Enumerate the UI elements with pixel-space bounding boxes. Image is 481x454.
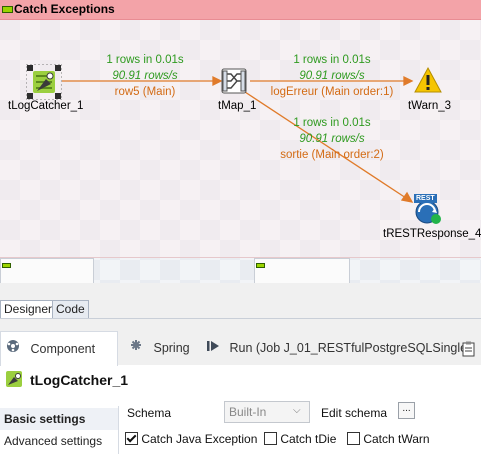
logcatcher-icon xyxy=(6,371,22,387)
tab-code[interactable]: Code xyxy=(52,300,89,319)
edit-schema-label: Edit schema xyxy=(321,406,388,420)
flow-label-row5[interactable]: 1 rows in 0.01s 90.91 rows/s row5 (Main) xyxy=(90,52,200,100)
connection-lines xyxy=(62,75,414,203)
collapsed-subjob-right[interactable] xyxy=(254,258,350,283)
catch-twarn-option[interactable]: Catch tWarn xyxy=(347,431,430,446)
catch-java-exception-checkbox[interactable] xyxy=(125,432,138,446)
component-panel: Component Spring Run (Job J_01_RESTfulPo… xyxy=(0,318,481,454)
tab-spring-label: Spring xyxy=(153,341,190,355)
tab-component-label: Component xyxy=(30,342,96,356)
tab-run[interactable]: Run (Job J_01_RESTfulPostgreSQLSingle) xyxy=(206,331,471,365)
catch-twarn-checkbox[interactable] xyxy=(347,432,360,446)
trestresponse-label: tRESTResponse_4 xyxy=(383,228,481,240)
sidebar-item-basic-settings[interactable]: Basic settings xyxy=(0,408,118,430)
catch-tdie-checkbox[interactable] xyxy=(264,432,277,446)
component-title: tLogCatcher_1 xyxy=(30,372,129,388)
schema-select[interactable]: Built-In ⌵ xyxy=(224,401,310,423)
collapsed-subjob-left[interactable] xyxy=(0,258,94,283)
twarn-label: tWarn_3 xyxy=(408,100,452,112)
tab-spring[interactable]: Spring xyxy=(128,331,190,365)
canvas-scroll-area xyxy=(0,283,481,300)
flow-label-logerreur[interactable]: 1 rows in 0.01s 90.91 rows/s logErreur (… xyxy=(262,52,402,100)
schema-select-value: Built-In xyxy=(229,405,267,419)
run-icon xyxy=(206,332,220,366)
twarn-component[interactable] xyxy=(413,66,443,94)
tab-component[interactable]: Component xyxy=(0,331,118,366)
trestresponse-component[interactable]: REST xyxy=(413,194,445,226)
spring-icon xyxy=(128,332,144,366)
rest-badge: REST xyxy=(414,194,437,203)
component-icon xyxy=(5,333,21,367)
catch-tdie-option[interactable]: Catch tDie xyxy=(264,431,336,446)
catch-java-exception-label: Catch Java Exception xyxy=(141,431,258,446)
settings-sidebar: Basic settings Advanced settings xyxy=(0,406,119,454)
catch-twarn-label: Catch tWarn xyxy=(363,431,430,446)
logcatcher-icon xyxy=(25,63,63,101)
flow-label-sortie[interactable]: 1 rows in 0.01s 90.91 rows/s sortie (Mai… xyxy=(264,115,400,163)
tlogcatcher-label: tLogCatcher_1 xyxy=(8,100,84,112)
tab-run-label: Run (Job J_01_RESTfulPostgreSQLSingle) xyxy=(229,341,472,355)
catch-java-exception-option[interactable]: Catch Java Exception xyxy=(125,431,257,446)
tlogcatcher-component[interactable] xyxy=(25,63,63,101)
designer-canvas[interactable]: Catch Exceptions 1 rows in 0.01s 90.91 r… xyxy=(0,0,481,283)
warning-icon xyxy=(414,66,442,93)
tmap-label: tMap_1 xyxy=(218,100,257,112)
tmap-component[interactable] xyxy=(221,68,247,94)
schema-label: Schema xyxy=(127,406,172,420)
catch-tdie-label: Catch tDie xyxy=(280,431,337,446)
sidebar-item-advanced-settings[interactable]: Advanced settings xyxy=(0,430,118,452)
component-header-icon xyxy=(4,369,24,392)
tmap-icon xyxy=(221,68,247,94)
collapse-icon[interactable] xyxy=(256,263,265,268)
tab-designer[interactable]: Designer xyxy=(0,300,57,319)
chevron-down-icon: ⌵ xyxy=(293,405,301,416)
clipboard-icon[interactable] xyxy=(461,341,477,360)
collapse-icon[interactable] xyxy=(2,263,11,268)
edit-schema-button[interactable]: ... xyxy=(398,402,415,419)
